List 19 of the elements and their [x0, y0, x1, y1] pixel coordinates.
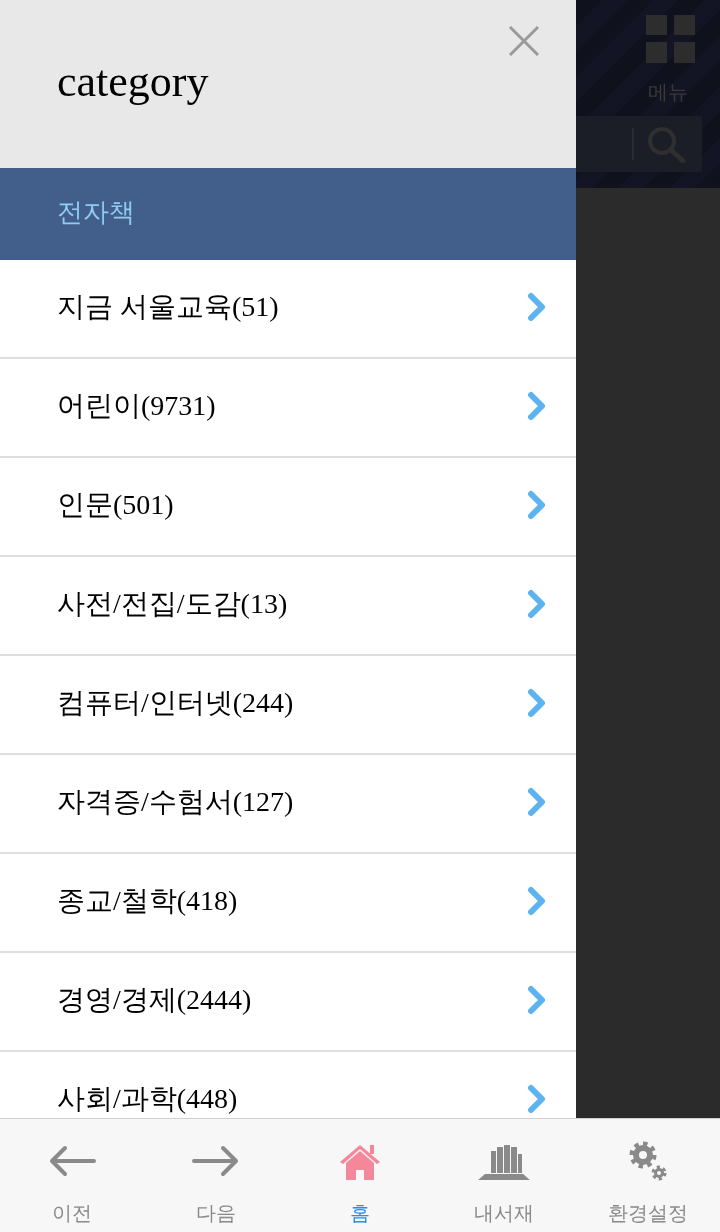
chevron-right-icon: [527, 787, 547, 817]
drawer-title: category: [57, 56, 209, 108]
chevron-right-icon: [527, 490, 547, 520]
search-field[interactable]: [576, 116, 702, 172]
chevron-right-icon: [527, 985, 547, 1015]
close-icon: [508, 25, 540, 57]
arrow-right-icon: [192, 1145, 240, 1177]
chevron-right-icon: [527, 589, 547, 619]
chevron-right-icon: [527, 1084, 547, 1114]
bookshelf-icon: [478, 1142, 530, 1180]
gears-icon: [629, 1141, 667, 1181]
section-title: 전자책: [57, 196, 135, 228]
grid-menu-icon[interactable]: [646, 15, 695, 63]
chevron-right-icon: [527, 886, 547, 916]
chevron-right-icon: [527, 688, 547, 718]
chevron-right-icon: [527, 292, 547, 322]
arrow-left-icon: [48, 1145, 96, 1177]
chevron-right-icon: [527, 391, 547, 421]
house-icon: [339, 1142, 381, 1180]
